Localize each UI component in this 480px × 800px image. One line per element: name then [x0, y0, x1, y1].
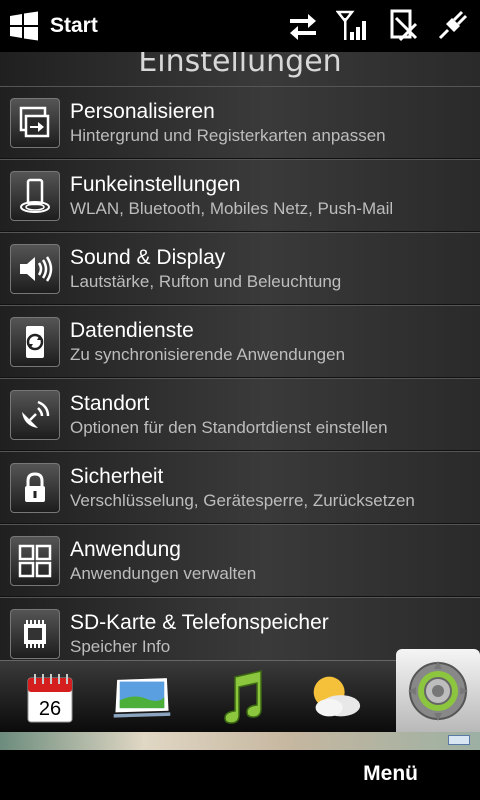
settings-item-wireless[interactable]: Funkeinstellungen WLAN, Bluetooth, Mobil… — [0, 159, 480, 232]
keyboard-icon[interactable] — [448, 735, 470, 745]
settings-item-security[interactable]: Sicherheit Verschlüsselung, Gerätesperre… — [0, 451, 480, 524]
notification-icon — [390, 9, 418, 42]
tab-weather[interactable] — [304, 665, 364, 729]
item-subtitle: Speicher Info — [70, 636, 171, 656]
item-subtitle: Zu synchronisierende Anwendungen — [70, 344, 346, 364]
tab-calendar[interactable]: 26 — [20, 665, 80, 729]
item-subtitle: WLAN, Bluetooth, Mobiles Netz, Push-Mail — [70, 198, 394, 218]
speaker-icon — [10, 243, 60, 294]
apps-grid-icon — [10, 535, 60, 586]
usb-power-icon — [438, 10, 468, 40]
item-subtitle: Lautstärke, Rufton und Beleuchtung — [70, 271, 342, 291]
item-title: Datendienste — [70, 318, 194, 342]
item-subtitle: Verschlüsselung, Gerätesperre, Zurückset… — [70, 490, 415, 510]
windows-flag-icon[interactable] — [6, 8, 42, 44]
status-bar: Start — [0, 0, 480, 52]
calendar-date: 26 — [39, 698, 61, 720]
settings-list: Personalisieren Hintergrund und Register… — [0, 86, 480, 660]
photos-icon — [113, 678, 171, 718]
item-title: Funkeinstellungen — [70, 172, 241, 196]
calendar-icon: 26 — [27, 674, 73, 723]
tab-dock: 26 — [0, 649, 480, 733]
wireless-icon — [10, 170, 60, 221]
satellite-icon — [10, 389, 60, 440]
item-title: Sound & Display — [70, 245, 226, 269]
tab-settings[interactable] — [396, 649, 480, 733]
memory-chip-icon — [10, 608, 60, 659]
item-title: Personalisieren — [70, 99, 215, 123]
settings-panel: Einstellungen Personalisieren Hintergrun… — [0, 52, 480, 660]
item-subtitle: Optionen für den Standortdienst einstell… — [70, 417, 388, 437]
settings-item-location[interactable]: Standort Optionen für den Standortdienst… — [0, 378, 480, 451]
music-icon — [224, 670, 262, 724]
page-title: Einstellungen — [138, 52, 342, 79]
tab-photos[interactable] — [112, 665, 172, 729]
settings-item-sound-display[interactable]: Sound & Display Lautstärke, Rufton und B… — [0, 232, 480, 305]
softkey-bar: Menü — [0, 750, 480, 800]
settings-item-data-services[interactable]: Datendienste Zu synchronisierende Anwend… — [0, 305, 480, 378]
settings-item-applications[interactable]: Anwendung Anwendungen verwalten — [0, 524, 480, 597]
settings-item-personalize[interactable]: Personalisieren Hintergrund und Register… — [0, 86, 480, 159]
item-title: Standort — [70, 391, 150, 415]
menu-softkey[interactable]: Menü — [363, 762, 418, 786]
sync-icon — [10, 316, 60, 367]
personalize-icon — [10, 97, 60, 148]
weather-icon — [313, 676, 361, 717]
item-subtitle: Anwendungen verwalten — [70, 563, 257, 583]
tab-music[interactable] — [212, 665, 272, 729]
item-title: SD-Karte & Telefonspeicher — [70, 610, 329, 634]
start-label[interactable]: Start — [50, 14, 98, 38]
home-wallpaper-strip — [0, 732, 480, 750]
signal-strength-icon — [336, 10, 366, 40]
item-subtitle: Hintergrund und Registerkarten anpassen — [70, 125, 386, 145]
item-title: Anwendung — [70, 537, 181, 561]
settings-gear-icon — [408, 661, 468, 721]
status-icons — [286, 8, 470, 42]
lock-icon — [10, 462, 60, 513]
item-title: Sicherheit — [70, 464, 164, 488]
data-sync-icon — [290, 14, 316, 40]
